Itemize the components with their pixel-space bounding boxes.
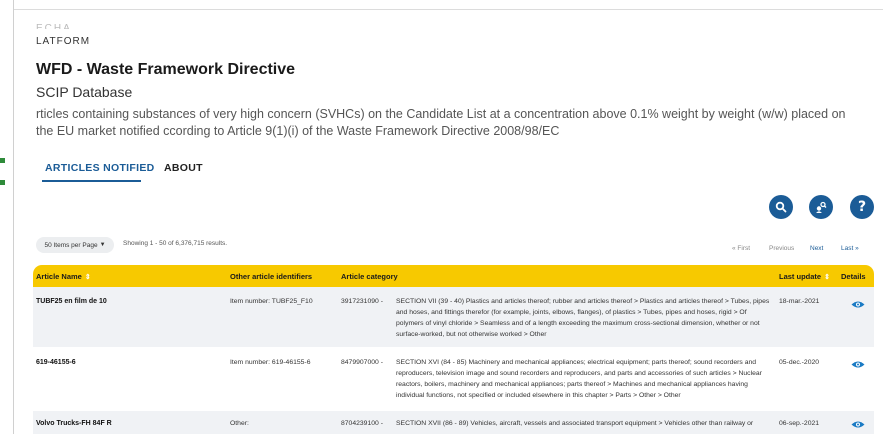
article-category: SECTION XVI (84 - 85) Machinery and mech… [396, 359, 762, 399]
eye-icon[interactable] [851, 360, 865, 369]
platform-label: LATFORM [36, 36, 91, 47]
column-header-label: Last update [779, 272, 822, 281]
tab-about[interactable]: ABOUT [164, 162, 203, 174]
sort-icon[interactable]: ⇕ [824, 273, 830, 281]
table-header [33, 265, 874, 287]
article-category: SECTION VII (39 - 40) Plastics and artic… [396, 298, 770, 338]
article-identifiers: Item number: TUBF25_F10 [230, 298, 313, 305]
article-name[interactable]: Volvo Trucks-FH 84F R [36, 418, 112, 429]
active-tab-indicator [42, 180, 141, 182]
article-identifiers: Other: [230, 420, 249, 427]
column-header-identifiers: Other article identifiers [230, 272, 313, 281]
window-top-border [13, 9, 883, 10]
column-header-category: Article category [341, 272, 398, 281]
column-header-article-name[interactable]: Article Name ⇕ [36, 272, 91, 281]
help-button[interactable]: ? [850, 195, 874, 219]
article-name[interactable]: 619-46155-6 [36, 357, 76, 368]
page-title: WFD - Waste Framework Directive [36, 61, 296, 78]
page-description: rticles containing substances of very hi… [36, 107, 846, 138]
green-marker [0, 158, 5, 163]
caret-down-icon: ▼ [99, 242, 106, 248]
column-header-label: Article Name [36, 272, 82, 281]
last-update: 06-sep.-2021 [779, 420, 820, 427]
article-category-code: 3917231090 - [341, 298, 383, 305]
pager-first[interactable]: « First [732, 245, 750, 252]
pager-last[interactable]: Last » [841, 245, 859, 252]
clipped-heading: ECHA [36, 24, 72, 29]
column-header-last-update[interactable]: Last update ⇕ [779, 272, 830, 281]
article-category-code: 8704239100 - [341, 420, 383, 427]
article-identifiers: Item number: 619-46155-6 [230, 359, 311, 366]
window-left-border [13, 0, 14, 444]
search-icon [775, 201, 787, 213]
tab-articles-notified[interactable]: ARTICLES NOTIFIED [45, 162, 155, 174]
last-update: 18-mar.-2021 [779, 298, 820, 305]
user-search-icon [816, 201, 827, 213]
pager-next[interactable]: Next [810, 245, 823, 252]
search-button[interactable] [769, 195, 793, 219]
green-marker [0, 180, 5, 185]
viewport-bottom-edge [0, 434, 883, 444]
page-subtitle: SCIP Database [36, 84, 133, 100]
items-per-page-select[interactable]: 50 Items per Page ▼ [36, 237, 114, 253]
last-update: 05-dec.-2020 [779, 359, 820, 366]
column-header-details: Details [841, 272, 866, 281]
advanced-search-button[interactable] [809, 195, 833, 219]
pager-previous[interactable]: Previous [769, 245, 794, 252]
sort-icon[interactable]: ⇕ [85, 273, 91, 281]
items-per-page-label: 50 Items per Page [44, 241, 98, 249]
article-category-code: 8479907000 - [341, 359, 383, 366]
eye-icon[interactable] [851, 420, 865, 429]
results-count: Showing 1 - 50 of 6,376,715 results. [123, 240, 228, 247]
article-name[interactable]: TUBF25 en film de 10 [36, 296, 107, 307]
eye-icon[interactable] [851, 300, 865, 309]
article-category: SECTION XVII (86 - 89) Vehicles, aircraf… [396, 420, 754, 427]
